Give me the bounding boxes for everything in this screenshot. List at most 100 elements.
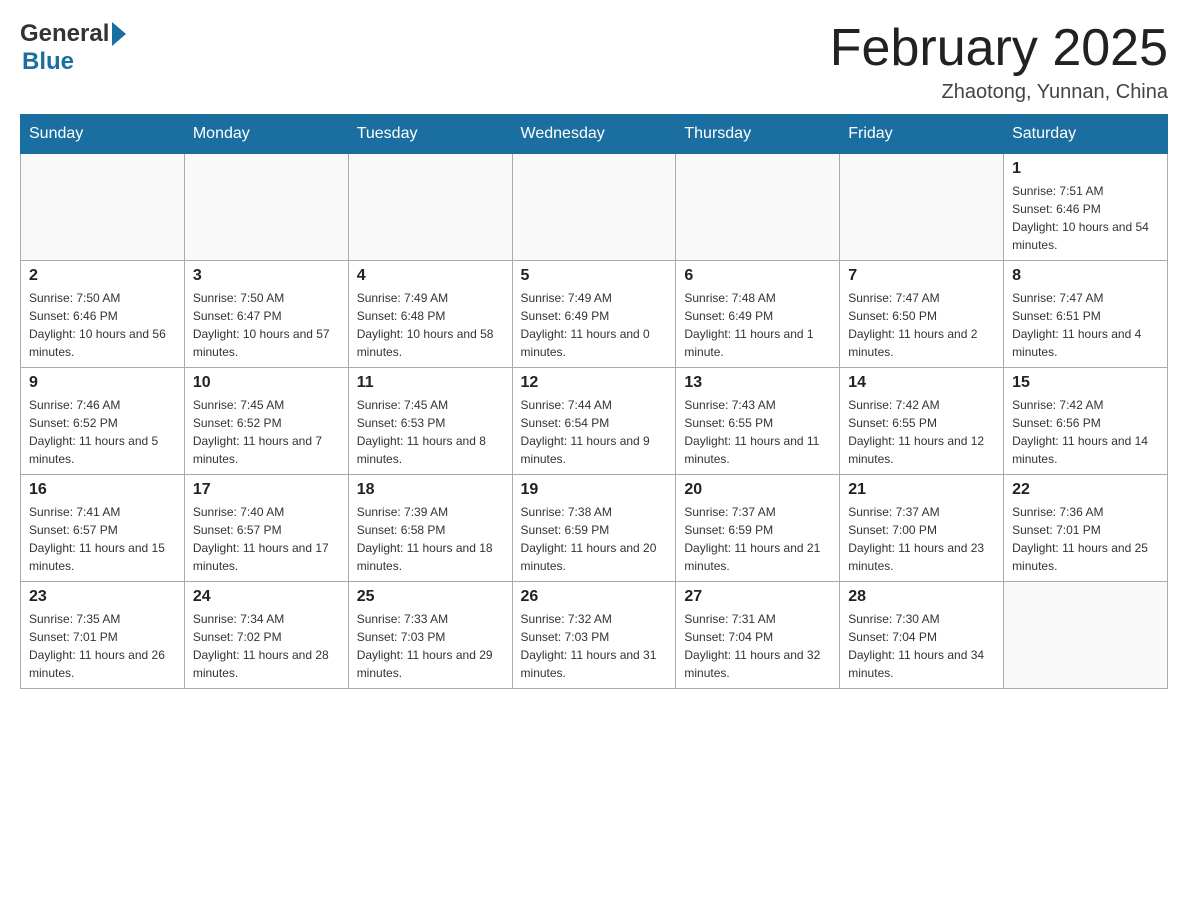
calendar-week-1: 1 Sunrise: 7:51 AM Sunset: 6:46 PM Daylig…	[21, 154, 1168, 261]
weekday-header-friday: Friday	[840, 115, 1004, 154]
day-info: Sunrise: 7:45 AM Sunset: 6:52 PM Dayligh…	[193, 396, 340, 468]
calendar-cell: 17Sunrise: 7:40 AM Sunset: 6:57 PM Dayli…	[184, 475, 348, 582]
calendar-cell: 3Sunrise: 7:50 AM Sunset: 6:47 PM Daylig…	[184, 261, 348, 368]
day-info: Sunrise: 7:44 AM Sunset: 6:54 PM Dayligh…	[521, 396, 668, 468]
calendar-cell: 7 Sunrise: 7:47 AM Sunset: 6:50 PM Daylig…	[840, 261, 1004, 368]
day-info: Sunrise: 7:37 AM Sunset: 6:59 PM Dayligh…	[684, 503, 831, 575]
calendar-cell: 6 Sunrise: 7:48 AM Sunset: 6:49 PM Daylig…	[676, 261, 840, 368]
day-info: Sunrise: 7:39 AM Sunset: 6:58 PM Dayligh…	[357, 503, 504, 575]
calendar-cell: 15 Sunrise: 7:42 AM Sunset: 6:56 PM Dayli…	[1004, 368, 1168, 475]
calendar-header-row: SundayMondayTuesdayWednesdayThursdayFrid…	[21, 115, 1168, 154]
calendar-cell: 24 Sunrise: 7:34 AM Sunset: 7:02 PM Dayli…	[184, 582, 348, 689]
calendar-cell: 28 Sunrise: 7:30 AM Sunset: 7:04 PM Dayli…	[840, 582, 1004, 689]
day-info: Sunrise: 7:45 AM Sunset: 6:53 PM Dayligh…	[357, 396, 504, 468]
day-info: Sunrise: 7:47 AM Sunset: 6:50 PM Dayligh…	[848, 289, 995, 361]
calendar-cell: 21Sunrise: 7:37 AM Sunset: 7:00 PM Dayli…	[840, 475, 1004, 582]
logo-arrow-icon	[112, 22, 126, 46]
day-number: 13	[684, 374, 831, 392]
day-info: Sunrise: 7:42 AM Sunset: 6:55 PM Dayligh…	[848, 396, 995, 468]
calendar-cell: 25Sunrise: 7:33 AM Sunset: 7:03 PM Dayli…	[348, 582, 512, 689]
day-info: Sunrise: 7:31 AM Sunset: 7:04 PM Dayligh…	[684, 610, 831, 682]
day-info: Sunrise: 7:51 AM Sunset: 6:46 PM Dayligh…	[1012, 182, 1159, 254]
calendar-cell: 27 Sunrise: 7:31 AM Sunset: 7:04 PM Dayli…	[676, 582, 840, 689]
day-info: Sunrise: 7:48 AM Sunset: 6:49 PM Dayligh…	[684, 289, 831, 361]
calendar-cell: 20Sunrise: 7:37 AM Sunset: 6:59 PM Dayli…	[676, 475, 840, 582]
day-number: 5	[521, 267, 668, 285]
calendar-cell: 19 Sunrise: 7:38 AM Sunset: 6:59 PM Dayli…	[512, 475, 676, 582]
day-number: 8	[1012, 267, 1159, 285]
day-info: Sunrise: 7:35 AM Sunset: 7:01 PM Dayligh…	[29, 610, 176, 682]
calendar-cell	[512, 154, 676, 261]
day-info: Sunrise: 7:43 AM Sunset: 6:55 PM Dayligh…	[684, 396, 831, 468]
location: Zhaotong, Yunnan, China	[830, 81, 1168, 104]
calendar-cell: 23 Sunrise: 7:35 AM Sunset: 7:01 PM Dayli…	[21, 582, 185, 689]
day-number: 23	[29, 588, 176, 606]
calendar-cell: 11 Sunrise: 7:45 AM Sunset: 6:53 PM Dayli…	[348, 368, 512, 475]
calendar-cell: 18 Sunrise: 7:39 AM Sunset: 6:58 PM Dayli…	[348, 475, 512, 582]
day-info: Sunrise: 7:37 AM Sunset: 7:00 PM Dayligh…	[848, 503, 995, 575]
calendar-cell: 10 Sunrise: 7:45 AM Sunset: 6:52 PM Dayli…	[184, 368, 348, 475]
day-number: 24	[193, 588, 340, 606]
day-number: 11	[357, 374, 504, 392]
calendar-cell: 5 Sunrise: 7:49 AM Sunset: 6:49 PM Daylig…	[512, 261, 676, 368]
day-number: 16	[29, 481, 176, 499]
logo: General Blue	[20, 20, 126, 76]
calendar-cell	[184, 154, 348, 261]
day-number: 6	[684, 267, 831, 285]
calendar-cell	[21, 154, 185, 261]
logo-blue: Blue	[22, 48, 74, 75]
weekday-header-saturday: Saturday	[1004, 115, 1168, 154]
day-number: 9	[29, 374, 176, 392]
calendar-cell: 22Sunrise: 7:36 AM Sunset: 7:01 PM Dayli…	[1004, 475, 1168, 582]
day-number: 2	[29, 267, 176, 285]
day-number: 7	[848, 267, 995, 285]
weekday-header-tuesday: Tuesday	[348, 115, 512, 154]
calendar-cell: 2 Sunrise: 7:50 AM Sunset: 6:46 PM Daylig…	[21, 261, 185, 368]
calendar-cell	[840, 154, 1004, 261]
calendar-week-5: 23 Sunrise: 7:35 AM Sunset: 7:01 PM Dayli…	[21, 582, 1168, 689]
weekday-header-monday: Monday	[184, 115, 348, 154]
day-number: 15	[1012, 374, 1159, 392]
day-info: Sunrise: 7:40 AM Sunset: 6:57 PM Dayligh…	[193, 503, 340, 575]
day-info: Sunrise: 7:42 AM Sunset: 6:56 PM Dayligh…	[1012, 396, 1159, 468]
calendar-week-4: 16Sunrise: 7:41 AM Sunset: 6:57 PM Dayli…	[21, 475, 1168, 582]
day-number: 1	[1012, 160, 1159, 178]
day-number: 19	[521, 481, 668, 499]
day-number: 3	[193, 267, 340, 285]
calendar-table: SundayMondayTuesdayWednesdayThursdayFrid…	[20, 114, 1168, 689]
day-number: 12	[521, 374, 668, 392]
day-info: Sunrise: 7:38 AM Sunset: 6:59 PM Dayligh…	[521, 503, 668, 575]
day-info: Sunrise: 7:49 AM Sunset: 6:48 PM Dayligh…	[357, 289, 504, 361]
day-info: Sunrise: 7:34 AM Sunset: 7:02 PM Dayligh…	[193, 610, 340, 682]
title-block: February 2025 Zhaotong, Yunnan, China	[830, 20, 1168, 104]
day-number: 28	[848, 588, 995, 606]
weekday-header-sunday: Sunday	[21, 115, 185, 154]
day-info: Sunrise: 7:30 AM Sunset: 7:04 PM Dayligh…	[848, 610, 995, 682]
calendar-week-2: 2 Sunrise: 7:50 AM Sunset: 6:46 PM Daylig…	[21, 261, 1168, 368]
day-number: 27	[684, 588, 831, 606]
logo-general: General	[20, 20, 109, 48]
calendar-cell: 13 Sunrise: 7:43 AM Sunset: 6:55 PM Dayli…	[676, 368, 840, 475]
page-header: General Blue February 2025 Zhaotong, Yun…	[20, 20, 1168, 104]
day-info: Sunrise: 7:36 AM Sunset: 7:01 PM Dayligh…	[1012, 503, 1159, 575]
day-info: Sunrise: 7:49 AM Sunset: 6:49 PM Dayligh…	[521, 289, 668, 361]
day-number: 14	[848, 374, 995, 392]
day-number: 18	[357, 481, 504, 499]
calendar-cell: 12 Sunrise: 7:44 AM Sunset: 6:54 PM Dayli…	[512, 368, 676, 475]
calendar-cell: 1 Sunrise: 7:51 AM Sunset: 6:46 PM Daylig…	[1004, 154, 1168, 261]
weekday-header-wednesday: Wednesday	[512, 115, 676, 154]
calendar-cell: 4 Sunrise: 7:49 AM Sunset: 6:48 PM Daylig…	[348, 261, 512, 368]
calendar-cell: 26 Sunrise: 7:32 AM Sunset: 7:03 PM Dayli…	[512, 582, 676, 689]
day-number: 10	[193, 374, 340, 392]
day-info: Sunrise: 7:50 AM Sunset: 6:46 PM Dayligh…	[29, 289, 176, 361]
calendar-cell: 8Sunrise: 7:47 AM Sunset: 6:51 PM Daylig…	[1004, 261, 1168, 368]
month-title: February 2025	[830, 20, 1168, 77]
calendar-cell: 9Sunrise: 7:46 AM Sunset: 6:52 PM Daylig…	[21, 368, 185, 475]
calendar-cell: 16Sunrise: 7:41 AM Sunset: 6:57 PM Dayli…	[21, 475, 185, 582]
day-number: 26	[521, 588, 668, 606]
day-info: Sunrise: 7:32 AM Sunset: 7:03 PM Dayligh…	[521, 610, 668, 682]
day-number: 4	[357, 267, 504, 285]
calendar-week-3: 9Sunrise: 7:46 AM Sunset: 6:52 PM Daylig…	[21, 368, 1168, 475]
calendar-cell	[676, 154, 840, 261]
calendar-cell	[1004, 582, 1168, 689]
